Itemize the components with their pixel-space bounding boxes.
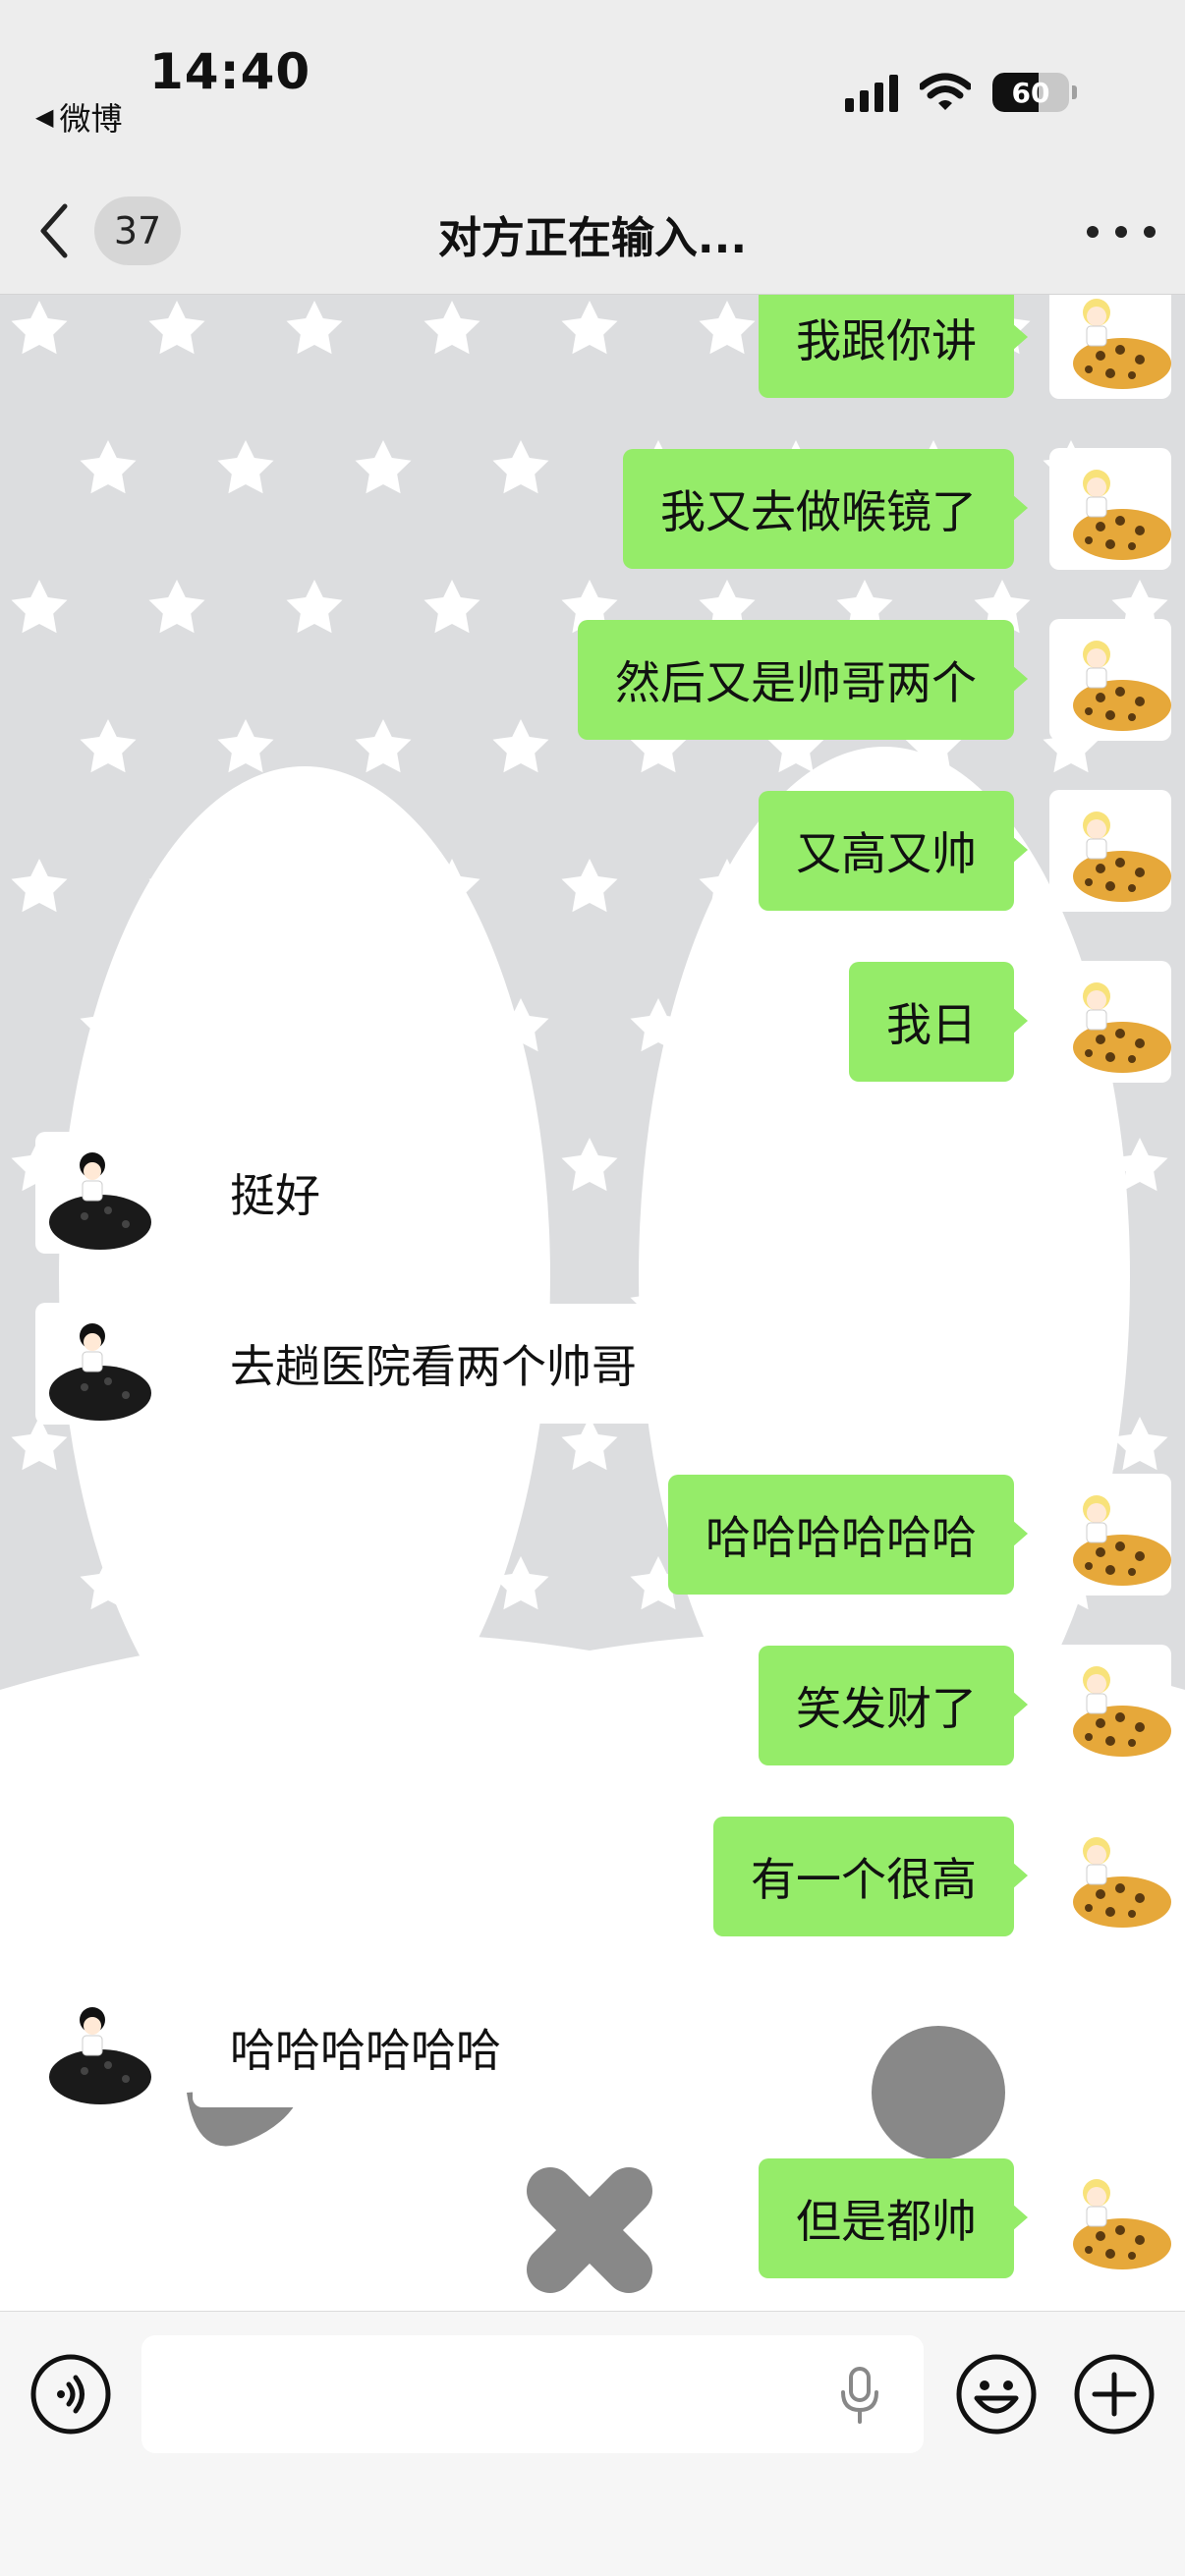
my-avatar[interactable]	[1049, 1816, 1171, 1937]
message-outgoing[interactable]: 我日	[849, 961, 1171, 1083]
message-bubble[interactable]: 我日	[849, 962, 1028, 1082]
more-icon	[1087, 226, 1099, 238]
more-functions-button[interactable]	[1073, 2353, 1156, 2436]
battery-icon: 60	[992, 73, 1069, 112]
mic-icon[interactable]	[835, 2367, 884, 2424]
chat-header: 37 对方正在输入...	[0, 167, 1185, 295]
my-avatar[interactable]	[1049, 790, 1171, 912]
message-bubble[interactable]: 笑发财了	[759, 1646, 1028, 1765]
my-avatar[interactable]	[1049, 619, 1171, 741]
message-outgoing[interactable]: 又高又帅	[759, 790, 1171, 912]
message-bubble[interactable]: 去趟医院看两个帅哥	[179, 1304, 674, 1424]
contact-avatar[interactable]	[35, 1303, 157, 1425]
status-bar: 14:40 ◀ 微博 60	[0, 0, 1185, 167]
wifi-icon	[920, 73, 971, 110]
message-outgoing[interactable]: 我又去做喉镜了	[623, 448, 1171, 570]
message-incoming[interactable]: 哈哈哈哈哈哈	[35, 1987, 538, 2108]
my-avatar[interactable]	[1049, 295, 1171, 399]
message-outgoing[interactable]: 然后又是帅哥两个	[578, 619, 1171, 741]
my-avatar[interactable]	[1049, 1474, 1171, 1596]
back-triangle-icon: ◀	[35, 103, 54, 131]
message-bubble[interactable]: 但是都帅	[759, 2158, 1028, 2278]
message-outgoing[interactable]: 哈哈哈哈哈哈	[668, 1474, 1171, 1596]
battery-level: 60	[1011, 76, 1050, 109]
message-bubble[interactable]: 我又去做喉镜了	[623, 449, 1028, 569]
message-incoming[interactable]: 去趟医院看两个帅哥	[35, 1303, 674, 1425]
voice-button[interactable]	[29, 2353, 112, 2436]
input-bar	[0, 2311, 1185, 2576]
message-bubble[interactable]: 有一个很高	[713, 1817, 1028, 1936]
emoji-button[interactable]	[955, 2353, 1038, 2436]
my-avatar[interactable]	[1049, 961, 1171, 1083]
message-bubble[interactable]: 挺好	[179, 1133, 358, 1253]
message-bubble[interactable]: 我跟你讲	[759, 295, 1028, 398]
message-outgoing[interactable]: 笑发财了	[759, 1645, 1171, 1766]
my-avatar[interactable]	[1049, 2157, 1171, 2279]
emoji-icon	[956, 2354, 1037, 2435]
message-outgoing[interactable]: 有一个很高	[713, 1816, 1171, 1937]
contact-avatar[interactable]	[35, 1987, 157, 2108]
status-icons: 60	[845, 73, 1077, 112]
message-bubble[interactable]: 又高又帅	[759, 791, 1028, 911]
my-avatar[interactable]	[1049, 448, 1171, 570]
plus-icon	[1074, 2354, 1155, 2435]
message-outgoing[interactable]: 但是都帅	[759, 2157, 1171, 2279]
message-bubble[interactable]: 哈哈哈哈哈哈	[668, 1475, 1028, 1595]
message-bubble[interactable]: 然后又是帅哥两个	[578, 620, 1028, 740]
back-to-app-link[interactable]: ◀ 微博	[35, 94, 122, 140]
message-input[interactable]	[141, 2335, 924, 2453]
more-button[interactable]	[1087, 210, 1156, 253]
my-avatar[interactable]	[1049, 1645, 1171, 1766]
signal-icon	[845, 73, 898, 112]
status-time: 14:40	[149, 43, 311, 100]
message-outgoing[interactable]: 我跟你讲	[759, 295, 1171, 399]
message-bubble[interactable]: 哈哈哈哈哈哈	[179, 1988, 538, 2107]
page-title: 对方正在输入...	[437, 213, 748, 263]
contact-avatar[interactable]	[35, 1132, 157, 1254]
message-incoming[interactable]: 挺好	[35, 1132, 358, 1254]
voice-icon	[30, 2354, 111, 2435]
back-app-label: 微博	[59, 100, 123, 138]
chat-area[interactable]: 我跟你讲 我又去做喉镜了 然后又是帅哥两个 又高又帅 我日 挺好 去趟医院看两个帅哥 哈哈哈哈…	[0, 295, 1185, 2311]
